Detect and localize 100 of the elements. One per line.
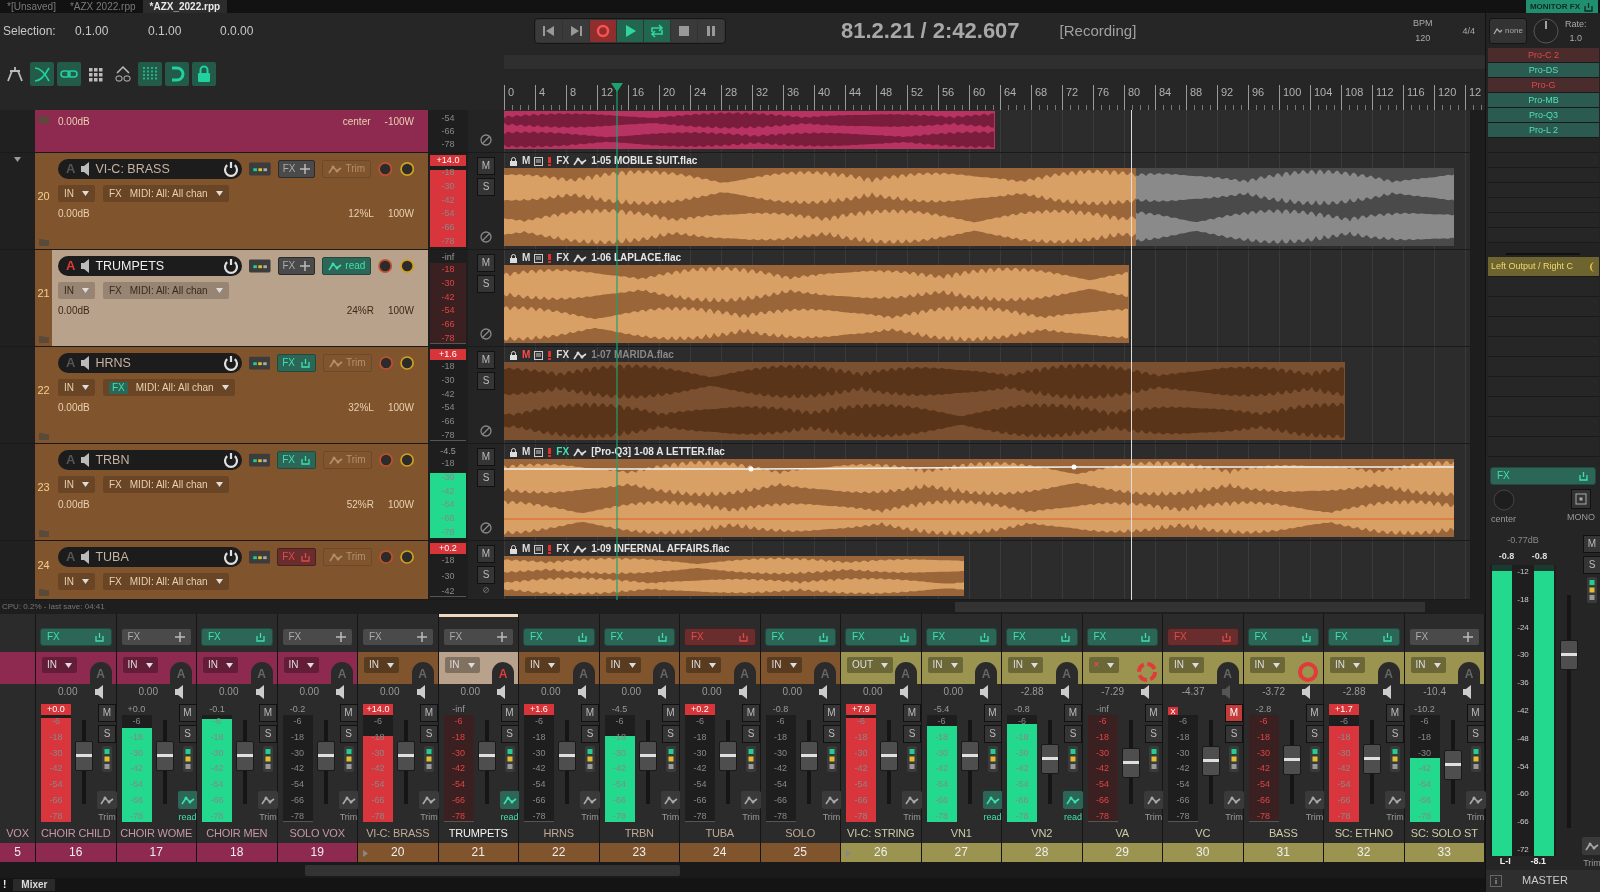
- mute-button[interactable]: M: [259, 704, 277, 722]
- fx-chain-item[interactable]: Pro-DS: [1488, 63, 1599, 78]
- automation-button[interactable]: [580, 791, 600, 809]
- automation-button[interactable]: [338, 791, 359, 809]
- mute-button[interactable]: M: [1386, 704, 1404, 722]
- mute-button[interactable]: M: [903, 704, 921, 722]
- mute-button[interactable]: M: [500, 704, 519, 722]
- fx-chain-item[interactable]: Pro-Q3: [1488, 108, 1599, 123]
- fx-button[interactable]: FX: [1328, 628, 1400, 646]
- speaker-icon[interactable]: [657, 684, 667, 700]
- tab[interactable]: *[Unsaved]: [0, 0, 63, 13]
- automation-button[interactable]: [419, 791, 439, 809]
- automation-button[interactable]: [258, 791, 278, 809]
- channel-strip[interactable]: FX × -7.29 -inf -6 -18 -30 -42 -54 -66 -78 M S Trim VA 29: [1082, 614, 1163, 862]
- fx-button[interactable]: FX: [1006, 628, 1078, 646]
- collapse-icon[interactable]: [14, 157, 21, 162]
- track-header[interactable]: A TRUMPETS FX read IN FX MIDI: All: All chan 0.00dB 24%R 100W: [52, 250, 428, 346]
- routing-button[interactable]: [249, 160, 271, 178]
- speaker-icon[interactable]: [254, 684, 265, 700]
- midi-input-dropdown[interactable]: FX MIDI: All: All chan: [103, 282, 229, 299]
- fader-thumb[interactable]: [719, 740, 737, 771]
- input-dropdown[interactable]: IN: [1249, 657, 1285, 673]
- mute-button[interactable]: M: [1064, 704, 1082, 722]
- phase-icon[interactable]: [480, 328, 492, 340]
- toolbar-button[interactable]: [192, 62, 216, 87]
- pan-knob[interactable]: [399, 547, 414, 567]
- automation-button[interactable]: [982, 791, 1003, 809]
- solo-button[interactable]: S: [1144, 725, 1163, 743]
- fx-button[interactable]: FX: [1408, 628, 1480, 646]
- automation-arm-button[interactable]: A: [66, 258, 76, 274]
- track-header[interactable]: A HRNS FX Trim IN FX MIDI: All: All chan 0.00dB 32%L 100W: [52, 347, 428, 443]
- solo-button[interactable]: S: [339, 725, 358, 743]
- solo-button[interactable]: S: [477, 469, 495, 487]
- scrollbar-thumb[interactable]: [305, 864, 680, 876]
- mute-button[interactable]: M: [1466, 704, 1485, 722]
- fader-thumb[interactable]: [316, 740, 335, 771]
- input-fx-button[interactable]: FX: [109, 575, 122, 588]
- automation-button[interactable]: [1465, 791, 1486, 809]
- fx-button[interactable]: FX: [603, 628, 675, 646]
- input-dropdown[interactable]: IN: [122, 657, 158, 673]
- fader-thumb[interactable]: [397, 740, 415, 771]
- fx-button[interactable]: FX: [277, 257, 316, 275]
- fader-thumb[interactable]: [75, 740, 93, 771]
- input-fx-button[interactable]: FX: [109, 284, 122, 297]
- input-fx-button[interactable]: FX: [109, 187, 122, 200]
- fader-thumb[interactable]: [880, 740, 898, 771]
- volume-knob[interactable]: [378, 256, 393, 276]
- mute-button[interactable]: M: [477, 448, 495, 466]
- fx-button[interactable]: FX: [764, 628, 836, 646]
- fx-chain-item[interactable]: Pro-MB: [1488, 93, 1599, 108]
- mute-button[interactable]: M: [477, 254, 495, 272]
- mute-button[interactable]: M: [477, 545, 495, 563]
- mute-button[interactable]: M: [1144, 704, 1163, 722]
- phase-icon[interactable]: [480, 134, 492, 146]
- fx-button[interactable]: FX: [120, 628, 192, 646]
- item-mute-button[interactable]: M: [522, 446, 531, 458]
- channel-strip[interactable]: FX IN A 0.00 +1.6 -6 -18 -30 -42 -54 -66 -78 M S Trim HRNS 22: [519, 614, 600, 862]
- item-mute-button[interactable]: M: [522, 155, 531, 167]
- automation-button[interactable]: [177, 791, 198, 809]
- fader-thumb[interactable]: [799, 740, 818, 771]
- input-fx-button[interactable]: FX: [109, 381, 128, 394]
- tempo-value[interactable]: 120: [1415, 31, 1431, 46]
- fx-button[interactable]: FX: [40, 628, 112, 646]
- automation-button[interactable]: [499, 791, 520, 809]
- channel-strip[interactable]: FX IN A 0.00 +0.0 -6 -18 -30 -42 -54 -66 -78 M S read CHOIR WOME 17: [116, 614, 197, 862]
- track-name-bar[interactable]: A TRUMPETS: [58, 256, 242, 276]
- speaker-icon[interactable]: [1462, 684, 1472, 700]
- info-icon[interactable]: [1490, 875, 1502, 887]
- automation-button[interactable]: [1304, 791, 1325, 809]
- fx-button[interactable]: FX: [1247, 628, 1319, 646]
- item-fx-button[interactable]: FX: [556, 252, 570, 264]
- solo-button[interactable]: S: [477, 372, 495, 390]
- volume-envelope[interactable]: [504, 464, 1454, 520]
- automation-button[interactable]: [1582, 837, 1600, 855]
- audio-item[interactable]: [1136, 168, 1454, 246]
- automation-button[interactable]: [1224, 791, 1244, 809]
- fx-button[interactable]: FX: [281, 628, 353, 646]
- automation-button[interactable]: [902, 791, 922, 809]
- fader-thumb[interactable]: [1121, 748, 1140, 779]
- item-fx-button[interactable]: FX: [556, 543, 570, 555]
- solo-button[interactable]: S: [1466, 725, 1485, 743]
- play-button[interactable]: [617, 20, 643, 42]
- track-header[interactable]: A TRBN FX Trim IN FX MIDI: All: All chan 0.00dB 52%R 100W: [52, 444, 428, 540]
- fx-button[interactable]: FX: [1086, 628, 1158, 646]
- solo-button[interactable]: S: [477, 566, 495, 584]
- fader-thumb[interactable]: [1560, 639, 1578, 670]
- routing-button[interactable]: [249, 354, 271, 372]
- speaker-icon[interactable]: [174, 684, 184, 700]
- track-header[interactable]: A TUBA FX Trim IN FX MIDI: All: All chan: [52, 541, 428, 599]
- input-dropdown[interactable]: IN: [283, 657, 319, 673]
- speaker-icon[interactable]: [415, 684, 426, 700]
- mute-button[interactable]: M: [420, 704, 438, 722]
- automation-button[interactable]: [1143, 791, 1164, 809]
- fader-thumb[interactable]: [236, 740, 254, 771]
- midi-input-dropdown[interactable]: FX MIDI: All: All chan: [103, 185, 229, 202]
- solo-button[interactable]: S: [983, 725, 1002, 743]
- item-mute-button[interactable]: M: [522, 252, 531, 264]
- solo-button[interactable]: S: [98, 725, 116, 743]
- routing-button[interactable]: [249, 548, 271, 566]
- fx-chain-item[interactable]: Pro-L 2: [1488, 123, 1599, 138]
